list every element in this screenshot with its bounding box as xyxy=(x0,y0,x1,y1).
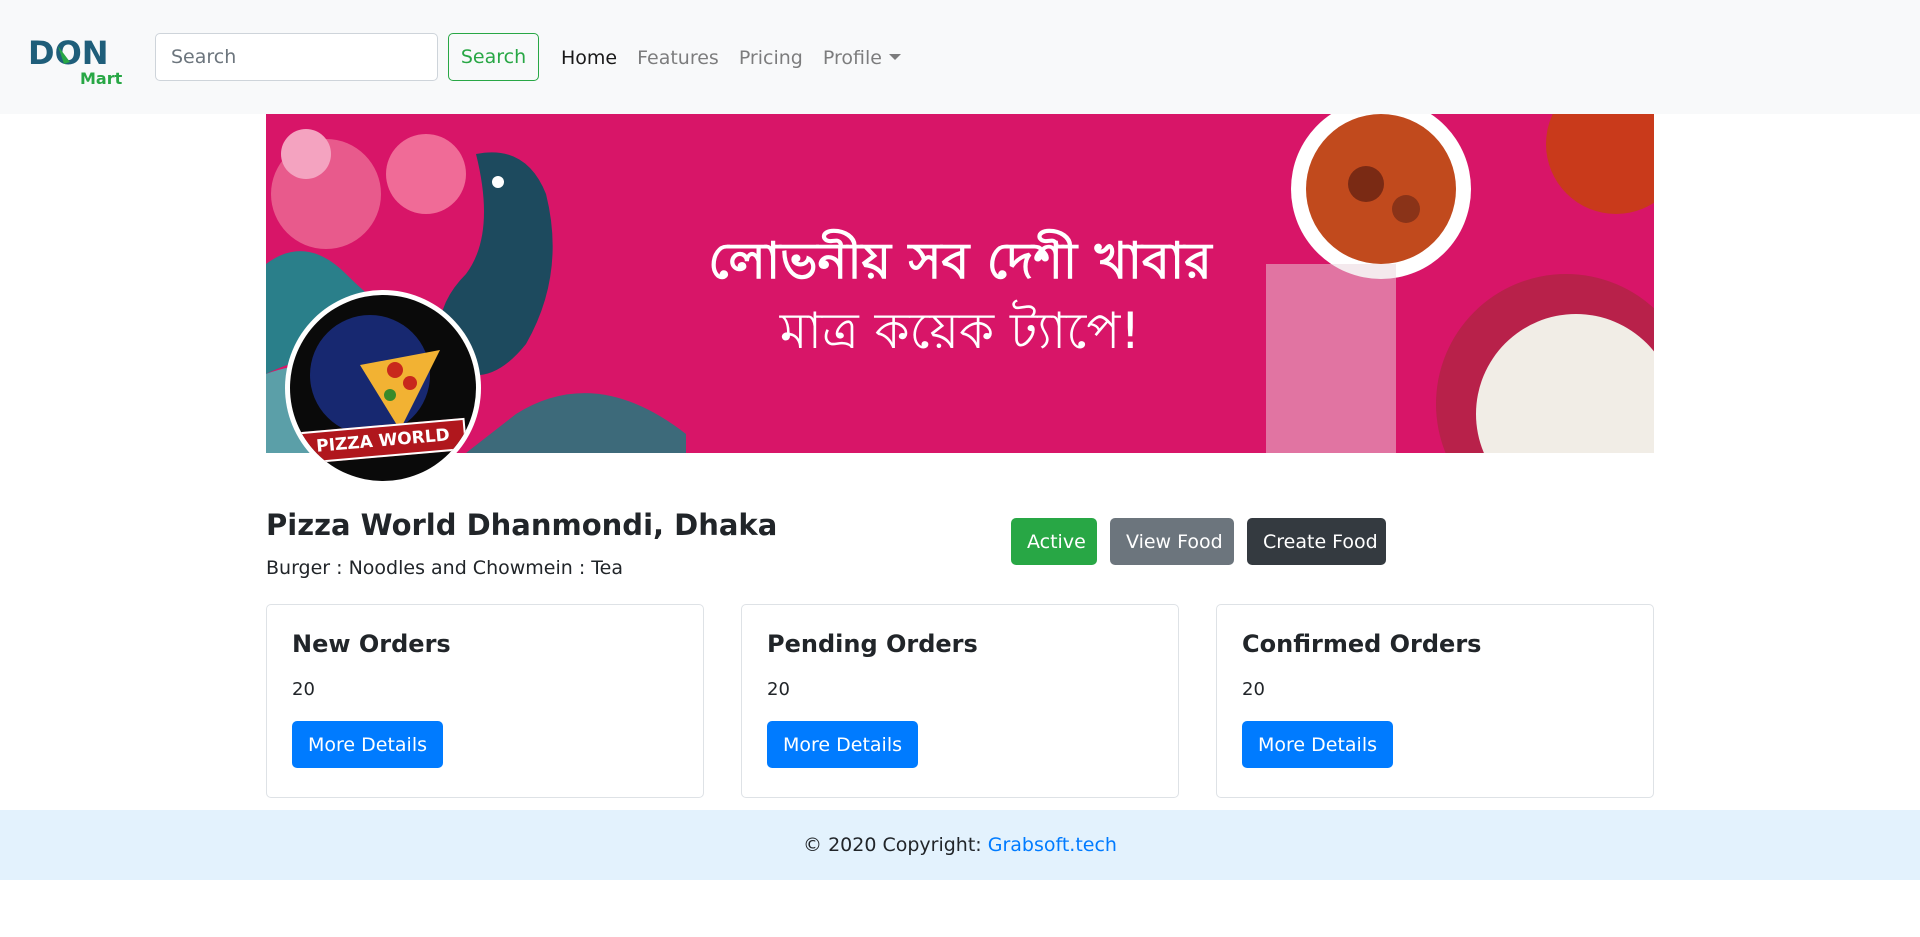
copyright-text: © 2020 Copyright: xyxy=(803,834,982,856)
pending-orders-details-button[interactable]: More Details xyxy=(767,721,919,768)
shop-categories: Burger : Noodles and Chowmein : Tea xyxy=(266,557,623,579)
card-value: 20 xyxy=(292,679,315,700)
confirmed-orders-details-button[interactable]: More Details xyxy=(1242,721,1394,768)
svg-text:Mart: Mart xyxy=(80,69,123,86)
nav-profile-label: Profile xyxy=(822,47,882,69)
brand-logo[interactable]: DON Mart xyxy=(28,34,128,88)
don-mart-logo-icon: DON Mart xyxy=(28,34,123,88)
card-value: 20 xyxy=(767,679,790,700)
nav-home[interactable]: Home xyxy=(561,44,627,72)
navbar: DON Mart Search Home Features Pricing Pr… xyxy=(0,0,1920,114)
pizza-world-logo: PIZZA WORLD xyxy=(290,295,476,481)
nav-pricing[interactable]: Pricing xyxy=(729,44,813,72)
new-orders-card: New Orders 20 More Details xyxy=(266,604,704,798)
new-orders-details-button[interactable]: More Details xyxy=(292,721,444,768)
create-food-button[interactable]: Create Food xyxy=(1247,518,1386,565)
footer: © 2020 Copyright: Grabsoft.tech xyxy=(0,810,1920,880)
active-status-button[interactable]: Active xyxy=(1011,518,1097,565)
grabsoft-link[interactable]: Grabsoft.tech xyxy=(988,834,1117,856)
search-button[interactable]: Search xyxy=(448,33,539,81)
caret-down-icon xyxy=(888,54,901,60)
view-food-button[interactable]: View Food xyxy=(1110,518,1234,565)
nav-profile-dropdown[interactable]: Profile xyxy=(813,44,911,72)
card-title: Confirmed Orders xyxy=(1242,630,1482,658)
confirmed-orders-card: Confirmed Orders 20 More Details xyxy=(1216,604,1654,798)
shop-title: Pizza World Dhanmondi, Dhaka xyxy=(266,508,778,542)
card-title: Pending Orders xyxy=(767,630,978,658)
svg-text:DON: DON xyxy=(28,34,109,72)
pending-orders-card: Pending Orders 20 More Details xyxy=(741,604,1179,798)
search-input[interactable] xyxy=(155,33,438,81)
nav-features[interactable]: Features xyxy=(627,44,729,72)
shop-avatar: PIZZA WORLD xyxy=(285,290,481,486)
nav-menu: Home Features Pricing Profile xyxy=(561,44,911,72)
card-value: 20 xyxy=(1242,679,1265,700)
card-title: New Orders xyxy=(292,630,451,658)
